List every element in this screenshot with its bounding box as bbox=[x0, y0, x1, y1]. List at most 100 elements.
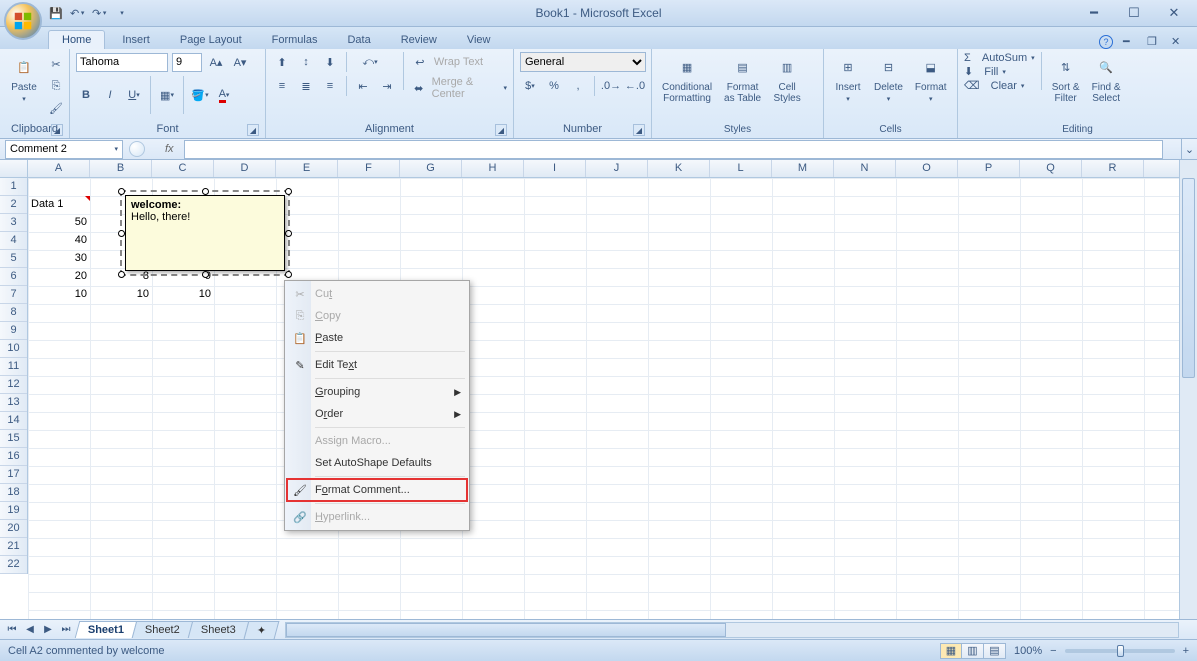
tab-review[interactable]: Review bbox=[388, 31, 450, 49]
cell-A7[interactable]: 10 bbox=[28, 286, 90, 304]
col-header-F[interactable]: F bbox=[338, 160, 400, 177]
align-right-icon[interactable]: ≡ bbox=[320, 76, 340, 96]
tab-insert[interactable]: Insert bbox=[109, 31, 163, 49]
fill-color-button[interactable]: 🪣▾ bbox=[190, 85, 210, 105]
col-header-N[interactable]: N bbox=[834, 160, 896, 177]
col-header-Q[interactable]: Q bbox=[1020, 160, 1082, 177]
normal-view-icon[interactable]: ▦ bbox=[940, 643, 962, 659]
font-name-input[interactable] bbox=[76, 53, 168, 72]
cell-A5[interactable]: 30 bbox=[28, 250, 90, 268]
accounting-format-icon[interactable]: $▾ bbox=[520, 76, 540, 96]
row-header-15[interactable]: 15 bbox=[0, 430, 27, 448]
qat-customize-icon[interactable]: ▾ bbox=[114, 5, 130, 21]
restore-workbook-icon[interactable]: ❐ bbox=[1147, 35, 1161, 49]
cut-button[interactable]: ✂ bbox=[46, 54, 66, 74]
page-break-view-icon[interactable]: ▤ bbox=[984, 643, 1006, 659]
percent-format-icon[interactable]: % bbox=[544, 76, 564, 96]
cell-A4[interactable]: 40 bbox=[28, 232, 90, 250]
help-icon[interactable]: ? bbox=[1099, 35, 1113, 49]
autosum-button[interactable]: Σ AutoSum▾ bbox=[964, 52, 1035, 64]
col-header-J[interactable]: J bbox=[586, 160, 648, 177]
number-dialog-launcher[interactable]: ◢ bbox=[633, 124, 645, 136]
tab-formulas[interactable]: Formulas bbox=[259, 31, 331, 49]
cell-C7[interactable]: 10 bbox=[152, 286, 214, 304]
menu-item-edit-text[interactable]: ✎Edit Text bbox=[287, 354, 467, 376]
comma-format-icon[interactable]: , bbox=[568, 76, 588, 96]
sheet-tab-2[interactable]: Sheet2 bbox=[132, 621, 193, 638]
menu-item-format-comment[interactable]: 🖌Format Comment... bbox=[287, 479, 467, 501]
cells-area[interactable]: Data 15040302010810910 welcome: Hello, t… bbox=[28, 178, 1179, 619]
font-color-button[interactable]: A▾ bbox=[214, 85, 234, 105]
col-header-R[interactable]: R bbox=[1082, 160, 1144, 177]
row-header-10[interactable]: 10 bbox=[0, 340, 27, 358]
row-header-11[interactable]: 11 bbox=[0, 358, 27, 376]
align-left-icon[interactable]: ≡ bbox=[272, 76, 292, 96]
decrease-decimal-icon[interactable]: ←.0 bbox=[625, 76, 645, 96]
zoom-out-icon[interactable]: − bbox=[1050, 645, 1056, 657]
save-icon[interactable]: 💾 bbox=[48, 5, 64, 21]
row-header-1[interactable]: 1 bbox=[0, 178, 27, 196]
col-header-B[interactable]: B bbox=[90, 160, 152, 177]
col-header-H[interactable]: H bbox=[462, 160, 524, 177]
alignment-dialog-launcher[interactable]: ◢ bbox=[495, 124, 507, 136]
worksheet-grid[interactable]: ABCDEFGHIJKLMNOPQR 123456789101112131415… bbox=[0, 160, 1197, 619]
office-button[interactable] bbox=[4, 2, 42, 40]
row-header-21[interactable]: 21 bbox=[0, 538, 27, 556]
format-as-table-button[interactable]: ▤Format as Table bbox=[720, 52, 765, 106]
row-header-8[interactable]: 8 bbox=[0, 304, 27, 322]
font-dialog-launcher[interactable]: ◢ bbox=[247, 124, 259, 136]
vertical-scrollbar[interactable] bbox=[1179, 160, 1197, 619]
underline-button[interactable]: U▾ bbox=[124, 85, 144, 105]
row-headers[interactable]: 12345678910111213141516171819202122 bbox=[0, 178, 28, 574]
align-bottom-icon[interactable]: ⬇ bbox=[320, 52, 340, 72]
conditional-formatting-button[interactable]: ▦Conditional Formatting bbox=[658, 52, 716, 106]
row-header-3[interactable]: 3 bbox=[0, 214, 27, 232]
row-header-20[interactable]: 20 bbox=[0, 520, 27, 538]
row-header-13[interactable]: 13 bbox=[0, 394, 27, 412]
scrollbar-thumb[interactable] bbox=[1182, 178, 1195, 378]
tab-view[interactable]: View bbox=[454, 31, 504, 49]
wrap-text-button[interactable]: ↩Wrap Text bbox=[410, 52, 507, 72]
bold-button[interactable]: B bbox=[76, 85, 96, 105]
align-top-icon[interactable]: ⬆ bbox=[272, 52, 292, 72]
tab-page-layout[interactable]: Page Layout bbox=[167, 31, 255, 49]
close-workbook-icon[interactable]: ✕ bbox=[1171, 35, 1185, 49]
row-header-6[interactable]: 6 bbox=[0, 268, 27, 286]
paste-button[interactable]: 📋 Paste ▾ bbox=[6, 52, 42, 105]
row-header-2[interactable]: 2 bbox=[0, 196, 27, 214]
fill-button[interactable]: ⬇ Fill▾ bbox=[964, 65, 1035, 78]
zoom-slider[interactable] bbox=[1065, 649, 1175, 653]
tab-home[interactable]: Home bbox=[48, 30, 105, 49]
tab-data[interactable]: Data bbox=[334, 31, 383, 49]
next-sheet-icon[interactable]: ▶ bbox=[40, 622, 56, 638]
close-button[interactable]: ✕ bbox=[1163, 4, 1185, 22]
formula-bar[interactable] bbox=[184, 140, 1163, 159]
last-sheet-icon[interactable]: ⏭ bbox=[58, 622, 74, 638]
orientation-button[interactable]: ⤺▾ bbox=[353, 52, 387, 72]
name-box[interactable]: Comment 2▾ bbox=[5, 140, 123, 159]
zoom-in-icon[interactable]: + bbox=[1183, 645, 1189, 657]
zoom-level[interactable]: 100% bbox=[1014, 645, 1042, 657]
row-header-7[interactable]: 7 bbox=[0, 286, 27, 304]
menu-item-set-autoshape-defaults[interactable]: Set AutoShape Defaults bbox=[287, 452, 467, 474]
col-header-K[interactable]: K bbox=[648, 160, 710, 177]
col-header-E[interactable]: E bbox=[276, 160, 338, 177]
sort-filter-button[interactable]: ⇅Sort & Filter bbox=[1048, 52, 1084, 106]
row-header-18[interactable]: 18 bbox=[0, 484, 27, 502]
increase-decimal-icon[interactable]: .0→ bbox=[601, 76, 621, 96]
insert-cells-button[interactable]: ⊞Insert▾ bbox=[830, 52, 866, 105]
increase-font-icon[interactable]: A▴ bbox=[206, 52, 226, 72]
hscroll-thumb[interactable] bbox=[286, 623, 726, 637]
sheet-tab-1[interactable]: Sheet1 bbox=[75, 621, 138, 638]
fx-icon[interactable]: fx bbox=[165, 143, 174, 155]
col-header-I[interactable]: I bbox=[524, 160, 586, 177]
cell-A6[interactable]: 20 bbox=[28, 268, 90, 286]
delete-cells-button[interactable]: ⊟Delete▾ bbox=[870, 52, 907, 105]
prev-sheet-icon[interactable]: ◀ bbox=[22, 622, 38, 638]
cell-A2[interactable]: Data 1 bbox=[28, 196, 90, 214]
cell-styles-button[interactable]: ▥Cell Styles bbox=[769, 52, 805, 106]
clipboard-dialog-launcher[interactable]: ◢ bbox=[51, 124, 63, 136]
name-box-dropdown-icon[interactable] bbox=[129, 141, 145, 157]
row-header-5[interactable]: 5 bbox=[0, 250, 27, 268]
col-header-C[interactable]: C bbox=[152, 160, 214, 177]
